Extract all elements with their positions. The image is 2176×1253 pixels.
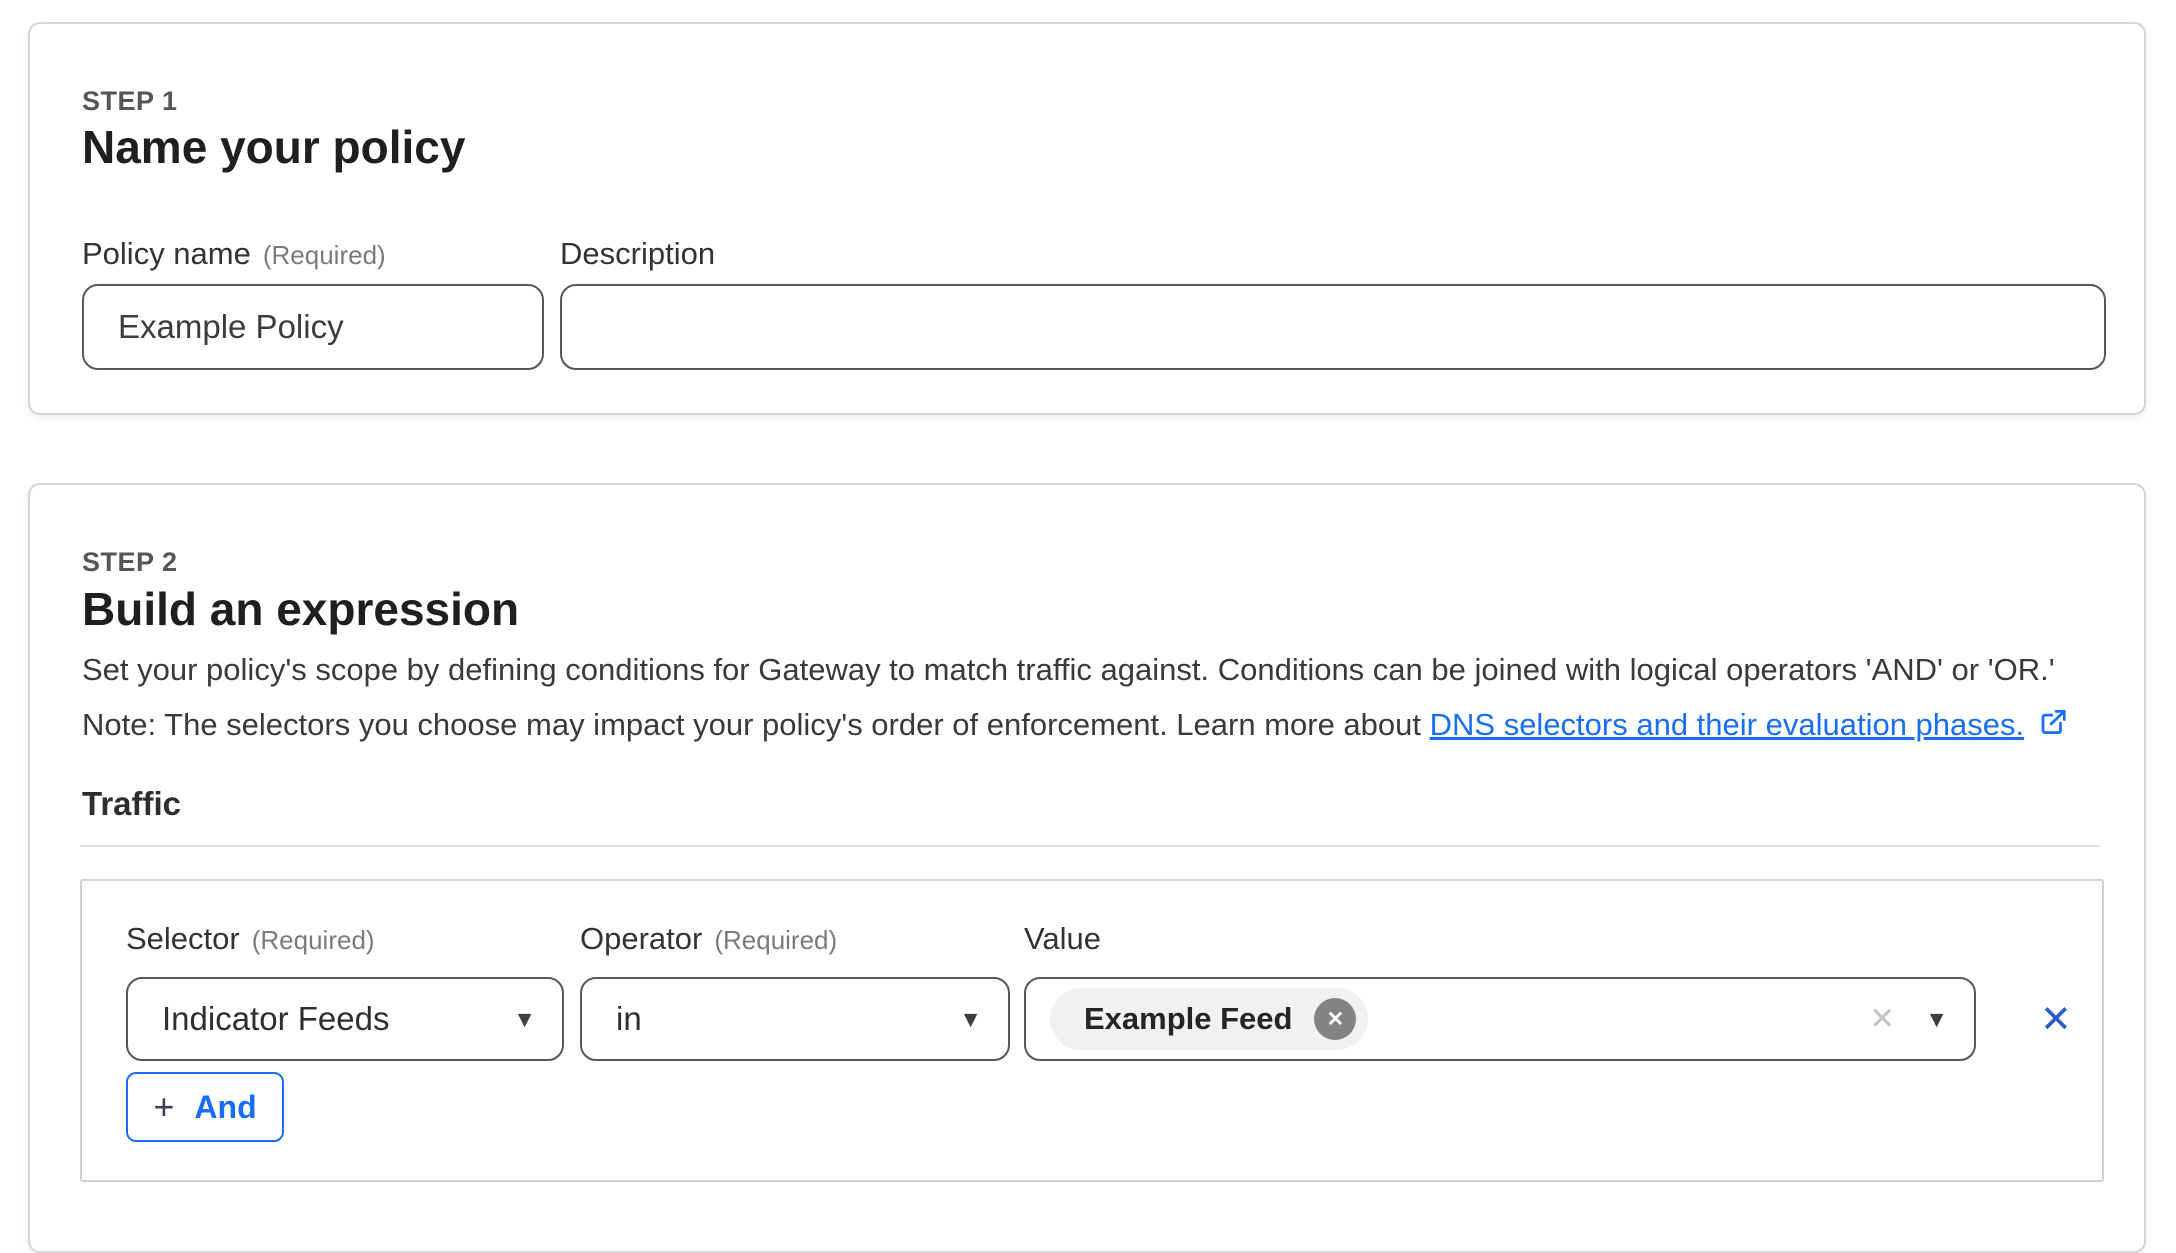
operator-required: (Required) <box>714 925 837 955</box>
description-input[interactable] <box>560 284 2106 370</box>
and-button-label: And <box>194 1089 256 1126</box>
chevron-down-icon: ▼ <box>1925 1008 1948 1031</box>
chevron-down-icon: ▼ <box>513 1008 536 1031</box>
step2-intro: Set your policy's scope by defining cond… <box>82 650 2074 690</box>
condition-row: Selector (Required) Operator (Required) Va… <box>80 879 2104 1182</box>
operator-label: Operator (Required) <box>580 921 837 957</box>
clear-all-icon[interactable]: ✕ <box>1869 1001 1895 1037</box>
step2-label: STEP 2 <box>82 547 178 578</box>
selector-value: Indicator Feeds <box>162 1000 389 1038</box>
tag-remove-icon[interactable]: ✕ <box>1314 998 1356 1040</box>
dns-selectors-link[interactable]: DNS selectors and their evaluation phase… <box>1430 707 2025 742</box>
value-tag: Example Feed ✕ <box>1050 988 1368 1050</box>
value-label: Value <box>1024 921 1101 957</box>
description-label-text: Description <box>560 236 715 271</box>
value-tag-label: Example Feed <box>1084 1001 1292 1037</box>
operator-label-text: Operator <box>580 921 702 956</box>
step2-card: STEP 2 Build an expression Set your poli… <box>28 483 2146 1253</box>
selector-label-text: Selector <box>126 921 240 956</box>
selector-dropdown[interactable]: Indicator Feeds ▼ <box>126 977 564 1061</box>
step1-card: STEP 1 Name your policy Policy name (Requ… <box>28 22 2146 415</box>
step1-label: STEP 1 <box>82 86 178 117</box>
chevron-down-icon: ▼ <box>959 1008 982 1031</box>
plus-icon: + <box>153 1089 174 1125</box>
operator-value: in <box>616 1000 642 1038</box>
operator-dropdown[interactable]: in ▼ <box>580 977 1010 1061</box>
policy-name-required: (Required) <box>263 240 386 270</box>
step2-title: Build an expression <box>82 582 519 636</box>
description-label: Description <box>560 236 715 272</box>
note-prefix: Note: The selectors you choose may impac… <box>82 707 1430 742</box>
selector-label: Selector (Required) <box>126 921 375 957</box>
selector-required: (Required) <box>252 925 375 955</box>
external-link-icon[interactable] <box>2038 707 2068 747</box>
remove-condition-icon[interactable]: ✕ <box>2040 1001 2072 1039</box>
policy-name-label: Policy name (Required) <box>82 236 386 272</box>
policy-name-label-text: Policy name <box>82 236 251 271</box>
value-label-text: Value <box>1024 921 1101 956</box>
policy-name-input[interactable] <box>82 284 544 370</box>
value-multiselect[interactable]: Example Feed ✕ ✕ ▼ <box>1024 977 1976 1061</box>
step2-note: Note: The selectors you choose may impac… <box>82 705 2074 747</box>
add-and-condition-button[interactable]: + And <box>126 1072 284 1142</box>
traffic-divider <box>80 845 2100 847</box>
step1-title: Name your policy <box>82 120 465 174</box>
traffic-heading: Traffic <box>82 785 181 823</box>
